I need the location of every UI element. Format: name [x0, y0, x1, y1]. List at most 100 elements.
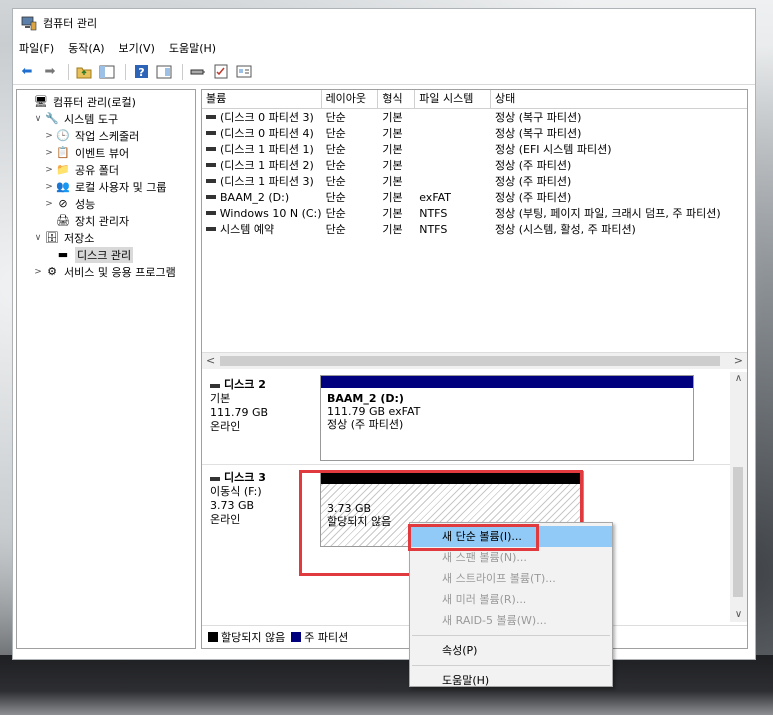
volume-cell: 기본 — [382, 175, 403, 188]
scroll-up-icon[interactable]: ∧ — [730, 373, 747, 384]
menu-new-mirror-volume[interactable]: 새 미러 볼륨(R)... — [410, 589, 612, 610]
volume-row[interactable]: 시스템 예약 단순 기본 NTFS 정상 (시스템, 활성, 주 파티션) — [202, 221, 747, 237]
menu-separator — [412, 635, 610, 636]
connect-drive-icon[interactable] — [188, 62, 208, 82]
disk-2-status: 온라인 — [210, 420, 241, 433]
tree-item-label: 성능 — [75, 197, 96, 211]
disk-2-size: 111.79 GB — [210, 406, 269, 419]
tree-item[interactable]: 🖥 컴퓨터 관리(로컬) — [17, 93, 195, 110]
volume-row[interactable]: (디스크 0 파티션 4) 단순 기본 정상 (복구 파티션) — [202, 125, 747, 141]
volume-cell: 정상 (EFI 시스템 파티션) — [494, 143, 612, 156]
back-arrow-icon[interactable]: ⬅ — [17, 62, 37, 82]
volume-name: Windows 10 N (C:) — [219, 206, 322, 220]
scroll-left-icon[interactable]: < — [206, 354, 215, 367]
tree-item-label: 디스크 관리 — [75, 246, 134, 263]
volume-name-cell: (디스크 0 파티션 3) — [202, 109, 322, 125]
chevron-right-icon[interactable]: > — [43, 199, 55, 209]
volume-cell: 기본 — [382, 111, 403, 124]
volume-cell: 단순 — [325, 111, 346, 124]
volume-cell: 단순 — [325, 143, 346, 156]
drive-icon — [206, 179, 216, 183]
drive-icon — [206, 195, 216, 199]
menu-file[interactable]: 파일(F) — [19, 40, 54, 56]
horizontal-scrollbar[interactable]: < > — [202, 352, 747, 369]
volume-cell: 단순 — [325, 207, 346, 220]
volume-row[interactable]: BAAM_2 (D:) 단순 기본 exFAT 정상 (주 파티션) — [202, 189, 747, 205]
tree-item-label: 이벤트 뷰어 — [75, 146, 130, 160]
tree-item[interactable]: ∨ 🔧 시스템 도구 — [17, 110, 195, 127]
legend-unallocated-swatch — [208, 631, 218, 642]
performance-icon: ⊘ — [58, 197, 68, 210]
menu-action[interactable]: 동작(A) — [68, 40, 104, 56]
tree-item[interactable]: > 📋 이벤트 뷰어 — [17, 144, 195, 161]
column-header-filesystem[interactable]: 파일 시스템 — [415, 90, 491, 108]
tree-item[interactable]: ∨ 🗄 저장소 — [17, 229, 195, 246]
volume-name-cell: (디스크 1 파티션 3) — [202, 173, 322, 189]
volume-cell: 단순 — [325, 175, 346, 188]
tree-item[interactable]: ▬ 디스크 관리 — [17, 246, 195, 263]
volume-cell: 정상 (주 파티션) — [494, 159, 572, 172]
forward-arrow-icon[interactable]: ➡ — [40, 62, 60, 82]
tree-item[interactable]: > 🕒 작업 스케줄러 — [17, 127, 195, 144]
volume-name: BAAM_2 (D:) — [220, 190, 290, 204]
action-pane-icon[interactable] — [154, 62, 174, 82]
volume-row[interactable]: (디스크 1 파티션 3) 단순 기본 정상 (주 파티션) — [202, 173, 747, 189]
help-icon[interactable]: ? — [131, 62, 151, 82]
disk-icon — [210, 384, 220, 388]
disk-2-row: 디스크 2 기본 111.79 GB 온라인 BAAM_2 (D:) 111.7… — [202, 372, 732, 470]
column-header-layout[interactable]: 레이아웃 — [322, 90, 379, 108]
column-header-type[interactable]: 형식 — [378, 90, 416, 108]
menu-help[interactable]: 도움말(H) — [169, 40, 216, 56]
chevron-right-icon[interactable]: > — [43, 148, 55, 158]
chevron-down-icon[interactable]: ∨ — [32, 114, 44, 124]
tree-item-label: 저장소 — [64, 231, 95, 245]
menu-help-item[interactable]: 도움말(H) — [410, 670, 612, 691]
toolbar-separator — [125, 63, 126, 80]
column-header-status[interactable]: 상태 — [491, 90, 747, 108]
menu-properties[interactable]: 속성(P) — [410, 640, 612, 661]
drive-icon — [206, 115, 216, 119]
vertical-scroll-thumb[interactable] — [733, 467, 743, 597]
show-hide-tree-icon[interactable] — [97, 62, 117, 82]
volume-row[interactable]: (디스크 1 파티션 1) 단순 기본 정상 (EFI 시스템 파티션) — [202, 141, 747, 157]
volume-row[interactable]: (디스크 0 파티션 3) 단순 기본 정상 (복구 파티션) — [202, 109, 747, 125]
tree-item[interactable]: 🖨 장치 관리자 — [17, 212, 195, 229]
column-header-volume[interactable]: 볼륨 — [202, 90, 322, 108]
volume-cell: 정상 (복구 파티션) — [494, 111, 582, 124]
chevron-right-icon[interactable]: > — [43, 182, 55, 192]
volume-row[interactable]: Windows 10 N (C:) 단순 기본 NTFS 정상 (부팅, 페이지 파일,… — [202, 205, 747, 221]
tree-item[interactable]: > 📁 공유 폴더 — [17, 161, 195, 178]
disk-2-partition[interactable]: BAAM_2 (D:) 111.79 GB exFAT 정상 (주 파티션) — [320, 375, 694, 461]
primary-partition-bar — [321, 376, 693, 388]
volume-name: 시스템 예약 — [220, 223, 275, 236]
tree-item[interactable]: > ⊘ 성능 — [17, 195, 195, 212]
chevron-right-icon[interactable]: > — [43, 165, 55, 175]
disk-2-label[interactable]: 디스크 2 기본 111.79 GB 온라인 — [210, 378, 268, 434]
navigation-tree: 🖥 컴퓨터 관리(로컬) ∨ 🔧 시스템 도구 > 🕒 작업 스케줄러 > 📋 이벤트 뷰어 > 📁 공유… — [16, 89, 196, 649]
volume-cell: 단순 — [325, 223, 346, 236]
menu-new-raid5-volume[interactable]: 새 RAID-5 볼륨(W)... — [410, 610, 612, 631]
scroll-down-icon[interactable]: ∨ — [730, 609, 747, 620]
up-folder-icon[interactable] — [74, 62, 94, 82]
checklist-icon[interactable] — [211, 62, 231, 82]
vertical-scrollbar[interactable]: ∧ ∨ — [730, 372, 747, 622]
menu-view[interactable]: 보기(V) — [119, 40, 155, 56]
chevron-right-icon[interactable]: > — [32, 267, 44, 277]
scroll-right-icon[interactable]: > — [734, 354, 743, 367]
volume-cell: 정상 (부팅, 페이지 파일, 크래시 덤프, 주 파티션) — [494, 207, 721, 220]
shared-folder-icon: 📁 — [56, 163, 70, 176]
volume-row[interactable]: (디스크 1 파티션 2) 단순 기본 정상 (주 파티션) — [202, 157, 747, 173]
partition-status: 정상 (주 파티션) — [327, 418, 404, 431]
horizontal-scroll-thumb[interactable] — [220, 356, 720, 366]
properties-icon[interactable] — [234, 62, 254, 82]
chevron-right-icon[interactable]: > — [43, 131, 55, 141]
tree-item[interactable]: > 👥 로컬 사용자 및 그룹 — [17, 178, 195, 195]
volume-name-cell: BAAM_2 (D:) — [202, 191, 322, 204]
menu-separator — [412, 665, 610, 666]
disk-3-label[interactable]: 디스크 3 이동식 (F:) 3.73 GB 온라인 — [210, 471, 266, 527]
services-icon: ⚙ — [47, 265, 57, 278]
disk-icon: ▬ — [57, 248, 69, 261]
menu-new-striped-volume[interactable]: 새 스트라이프 볼륨(T)... — [410, 568, 612, 589]
chevron-down-icon[interactable]: ∨ — [32, 233, 44, 243]
tree-item[interactable]: > ⚙ 서비스 및 응용 프로그램 — [17, 263, 195, 280]
